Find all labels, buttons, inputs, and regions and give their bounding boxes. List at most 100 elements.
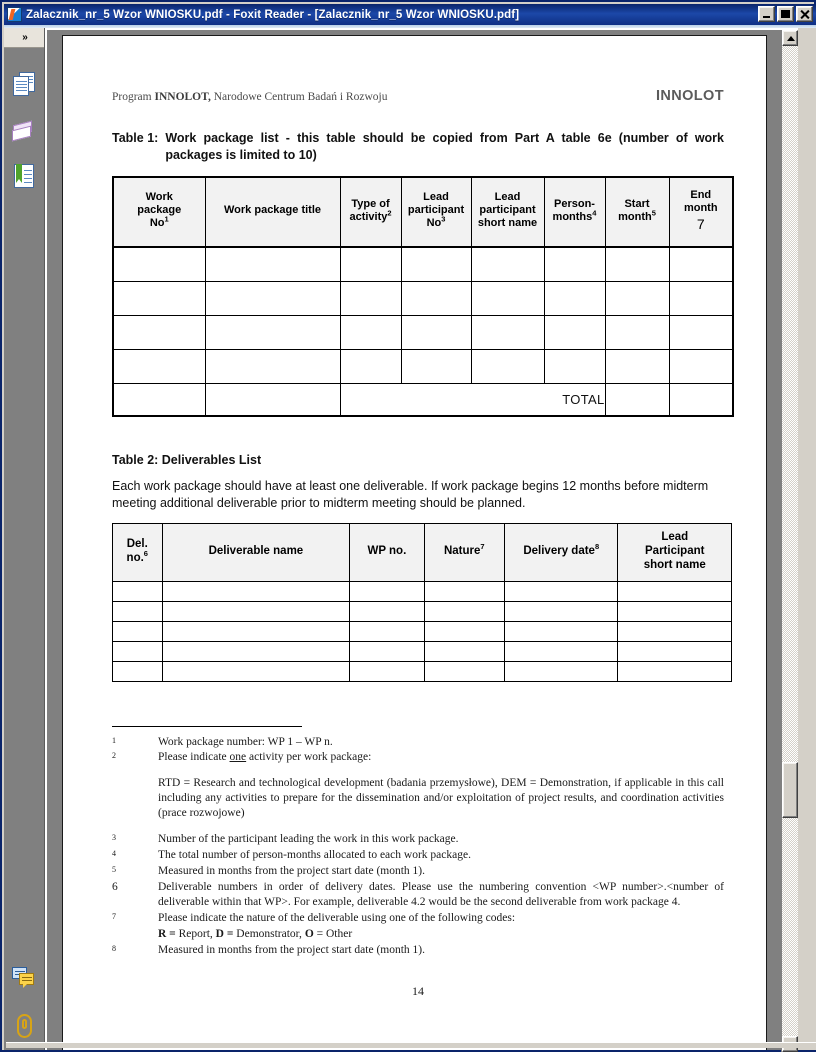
table1-cell[interactable] [604, 280, 670, 316]
navigation-pane: » [4, 28, 45, 1050]
scrollbar-thumb[interactable] [782, 762, 798, 818]
table1-cell[interactable] [668, 348, 734, 384]
table1-cell[interactable] [339, 314, 402, 350]
footnote-marker [112, 927, 158, 942]
document-viewport[interactable]: Program INNOLOT, Narodowe Centrum Badań … [47, 30, 782, 1050]
table1-cell[interactable] [604, 314, 670, 350]
table1-cell[interactable] [668, 314, 734, 350]
table2-col-lead-participant-short-name: Lead Participant short name [617, 522, 732, 582]
table1-cell[interactable] [470, 348, 545, 384]
table1-cell[interactable] [204, 246, 341, 282]
total-value-cell[interactable] [604, 382, 670, 416]
table1-cell[interactable] [400, 314, 472, 350]
table-row[interactable] [112, 660, 732, 682]
table2-cell[interactable] [349, 660, 425, 682]
table1-cell[interactable] [470, 280, 545, 316]
table1-total-row: TOTAL [112, 382, 734, 416]
table-row[interactable] [112, 620, 732, 642]
table2-cell[interactable] [503, 640, 619, 662]
table2-cell[interactable] [423, 640, 506, 662]
table2-body [112, 580, 732, 682]
table1-cell[interactable] [543, 246, 606, 282]
table2-cell[interactable] [423, 580, 506, 602]
table2-cell[interactable] [161, 620, 351, 642]
table2-cell[interactable] [161, 600, 351, 622]
table-row[interactable] [112, 348, 734, 384]
table1-cell[interactable] [112, 348, 206, 384]
table2-cell[interactable] [503, 600, 619, 622]
table1-cell[interactable] [543, 348, 606, 384]
table1-cell[interactable] [204, 348, 341, 384]
table2-cell[interactable] [161, 580, 351, 602]
sidebar-item-bookmarks[interactable] [10, 162, 38, 190]
table2-cell[interactable] [349, 600, 425, 622]
close-button[interactable] [796, 6, 813, 22]
footnote-text: Please indicate the nature of the delive… [158, 911, 516, 924]
table2-cell[interactable] [617, 600, 732, 622]
table2-cell[interactable] [617, 640, 732, 662]
table2-cell[interactable] [617, 620, 732, 642]
table2-cell[interactable] [503, 580, 619, 602]
sidebar-item-pages[interactable] [10, 70, 38, 98]
table2-cell[interactable] [423, 660, 506, 682]
window-controls [758, 6, 813, 22]
footnote-marker: 4 [112, 849, 116, 859]
sidebar-item-layers[interactable] [10, 116, 38, 144]
table1-cell[interactable] [204, 314, 341, 350]
table2-cell[interactable] [617, 580, 732, 602]
table2-cell[interactable] [112, 660, 163, 682]
table-row[interactable] [112, 600, 732, 622]
footnote-marker: 7 [112, 911, 116, 921]
table1-cell[interactable] [543, 280, 606, 316]
table2-cell[interactable] [349, 620, 425, 642]
table1-cell[interactable] [400, 348, 472, 384]
table2-cell[interactable] [112, 640, 163, 662]
table-row[interactable] [112, 640, 732, 662]
table1-cell[interactable] [204, 280, 341, 316]
table-row[interactable] [112, 280, 734, 316]
table1-cell[interactable] [400, 246, 472, 282]
sidebar-item-attachments[interactable] [10, 1012, 38, 1040]
table2-cell[interactable] [112, 580, 163, 602]
table1-cell[interactable] [339, 246, 402, 282]
table1-cell[interactable] [339, 280, 402, 316]
table1-cell[interactable] [470, 246, 545, 282]
table2-cell[interactable] [161, 660, 351, 682]
scroll-up-button[interactable] [782, 30, 798, 46]
bookmark-document-icon [14, 164, 34, 188]
navigation-expand-button[interactable]: » [4, 28, 44, 48]
table2-cell[interactable] [112, 600, 163, 622]
table-row[interactable] [112, 314, 734, 350]
table1-cell[interactable] [112, 280, 206, 316]
table1-cell[interactable] [112, 314, 206, 350]
table1-header-row: Work package No1 Work package title Type… [112, 176, 734, 248]
table1-cell[interactable] [668, 280, 734, 316]
table1-cell[interactable] [604, 348, 670, 384]
table1-caption-label: Table 1: [112, 131, 159, 145]
window-titlebar[interactable]: Zalacznik_nr_5 Wzor WNIOSKU.pdf - Foxit … [4, 4, 816, 25]
sidebar-item-comments[interactable] [10, 965, 38, 993]
table2-cell[interactable] [503, 660, 619, 682]
total-row-filler [204, 382, 341, 416]
table-row[interactable] [112, 246, 734, 282]
table2-cell[interactable] [617, 660, 732, 682]
table1-cell[interactable] [400, 280, 472, 316]
table1-cell[interactable] [604, 246, 670, 282]
table-row[interactable] [112, 580, 732, 602]
table2-cell[interactable] [423, 620, 506, 642]
vertical-scrollbar[interactable] [781, 30, 798, 1052]
table2-cell[interactable] [161, 640, 351, 662]
maximize-button[interactable] [777, 6, 794, 22]
table2-cell[interactable] [112, 620, 163, 642]
table2-cell[interactable] [349, 640, 425, 662]
footnote-item: 8 Measured in months from the project st… [112, 943, 724, 958]
table1-cell[interactable] [470, 314, 545, 350]
table1-cell[interactable] [339, 348, 402, 384]
table1-cell[interactable] [112, 246, 206, 282]
minimize-button[interactable] [758, 6, 775, 22]
table1-cell[interactable] [543, 314, 606, 350]
table2-cell[interactable] [349, 580, 425, 602]
table2-cell[interactable] [503, 620, 619, 642]
table1-cell[interactable] [668, 246, 734, 282]
table2-cell[interactable] [423, 600, 506, 622]
